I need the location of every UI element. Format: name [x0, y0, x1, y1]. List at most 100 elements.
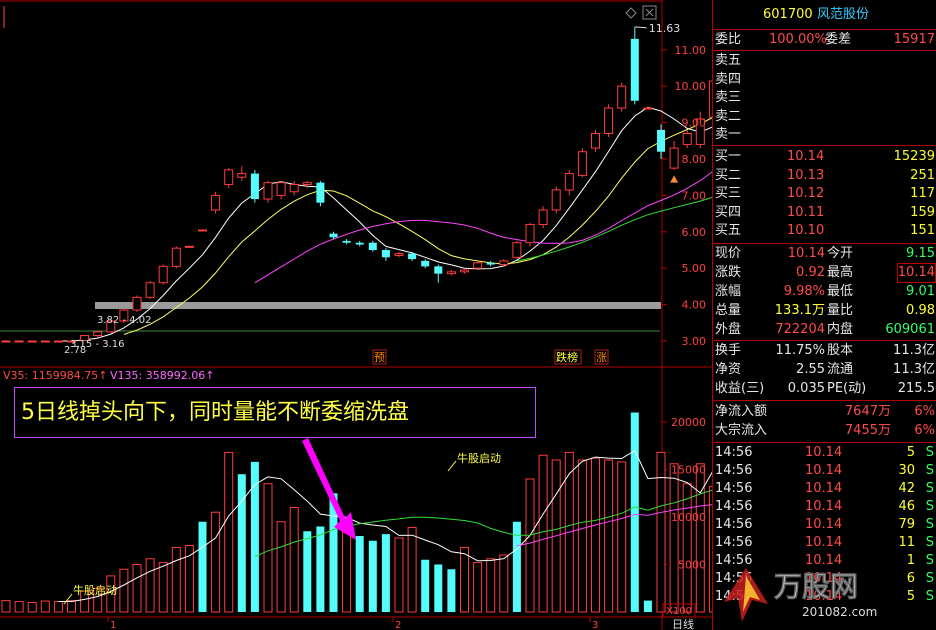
- volume-bar-down: [447, 569, 456, 612]
- buy-price: 10.12: [787, 186, 825, 201]
- candle-up: [224, 169, 234, 185]
- annotation-arrow: [302, 438, 356, 540]
- stat-value: 11.3亿: [893, 343, 935, 358]
- candle-up: [551, 189, 561, 211]
- order-book-buy-1: 买一 10.14 15239: [713, 148, 936, 166]
- stat-label: 收益(三): [715, 381, 765, 396]
- candle-up: [604, 107, 614, 135]
- tick-volume: 30: [898, 463, 915, 478]
- peak-pointer: [634, 26, 647, 29]
- order-book-sell-3: 卖三: [713, 89, 936, 107]
- volume-axis-label: 5000: [678, 559, 706, 572]
- sell-label: 卖二: [715, 108, 742, 124]
- candle-up: [591, 133, 600, 149]
- buy-price: 10.10: [787, 223, 825, 238]
- weibi-value: 100.00%: [769, 32, 827, 47]
- volume-bar-up: [132, 564, 142, 613]
- candle-up: [289, 183, 299, 193]
- stat-value: 0.98: [906, 303, 935, 318]
- sell-label: 卖三: [715, 90, 742, 105]
- tick-side: S: [925, 517, 934, 532]
- tick-row: 14:56 10.14 79 S: [713, 516, 936, 534]
- candle-up: [512, 242, 522, 258]
- flow-pct: 6%: [914, 404, 935, 419]
- candle-down: [342, 240, 351, 243]
- price-axis-label: 9.00: [682, 117, 707, 130]
- candle-up: [171, 247, 181, 267]
- stat-value: 9.15: [906, 246, 935, 261]
- stat-label: 内盘: [827, 322, 854, 337]
- volume-bar-up: [499, 554, 509, 613]
- watermark-url: 201082.com: [802, 605, 877, 619]
- tick-time: 14:56: [715, 445, 753, 460]
- time-axis-label: 1: [110, 620, 116, 630]
- watermark-logo: 万股网 201082.com: [724, 568, 877, 622]
- candle-up: [643, 107, 653, 110]
- candle-down: [381, 250, 390, 258]
- candle-up: [40, 340, 50, 343]
- stat-label: 股本: [827, 343, 854, 358]
- price-axis-label: 3.00: [682, 335, 707, 348]
- order-book-sell-1: 卖一: [713, 126, 936, 144]
- tick-volume: 79: [898, 517, 915, 532]
- stat-label: 外盘: [715, 322, 742, 337]
- volume-bar-up: [27, 602, 37, 613]
- stock-name: 风范股份: [817, 7, 870, 22]
- candle-up: [132, 296, 142, 311]
- volume-bar-up: [617, 461, 627, 613]
- candle-up: [460, 269, 469, 273]
- candle-up: [93, 331, 103, 337]
- buy-label: 买四: [715, 204, 742, 220]
- stat-label: 最高: [827, 265, 854, 280]
- stat-value: 2.55: [796, 362, 825, 377]
- order-book-buy-3: 买三 10.12 117: [713, 185, 936, 203]
- candle-down: [630, 38, 639, 101]
- volume-bar-up: [460, 546, 469, 613]
- stat-value: 0.92: [796, 265, 825, 280]
- stat-value: 0.035: [787, 381, 825, 396]
- volume-bar-up: [211, 511, 221, 613]
- tick-side: S: [925, 535, 934, 550]
- tick-volume: 5: [906, 445, 915, 460]
- stat-label: 换手: [715, 343, 742, 358]
- tick-time: 14:56: [715, 535, 753, 550]
- v35-indicator: V35: 1159984.75↑: [3, 369, 108, 382]
- annotation-box: 5日线掉头向下，同时量能不断委缩洗盘: [14, 387, 536, 438]
- stat2-row: 收益(三) 0.035 PE(动) 215.5: [713, 380, 936, 398]
- candle-down: [486, 262, 495, 265]
- buy-volume: 117: [910, 186, 935, 201]
- v135-indicator: V135: 358992.06↑: [110, 369, 215, 382]
- candle-down: [329, 233, 338, 238]
- volume-bar-down: [237, 474, 246, 612]
- volume-bar-down: [355, 536, 364, 612]
- stat-label: 净资: [715, 362, 742, 377]
- stat-label: 流通: [827, 362, 854, 377]
- flow-value: 7647万: [844, 404, 891, 419]
- candle-down: [368, 242, 377, 250]
- callout-pointer-2: [447, 460, 457, 472]
- volume-axis-label: 20000: [671, 416, 706, 429]
- quote-panel: 601700 风范股份 委比 100.00% 委差 15917 卖五 卖四 卖三 卖二…: [712, 0, 936, 630]
- volume-bar-up: [67, 600, 76, 613]
- peak-label: 11.63: [649, 22, 681, 35]
- stat-label: 涨幅: [715, 284, 742, 299]
- volume-bar-up: [1, 600, 11, 613]
- buy-price: 10.11: [787, 204, 825, 220]
- weibi-row: 委比 100.00% 委差 15917: [715, 32, 935, 47]
- event-label: 跌榜: [556, 350, 578, 364]
- stat-value: 11.75%: [775, 343, 825, 358]
- tick-side: S: [925, 499, 934, 514]
- candle-up: [198, 229, 207, 232]
- stat-value: 609061: [885, 322, 935, 337]
- stat-label: 现价: [715, 246, 742, 261]
- tick-row: 14:56 10.14 11 S: [713, 534, 936, 552]
- volume-bar-up: [145, 558, 155, 613]
- volume-bar-up: [158, 562, 168, 613]
- stat-value: 10.14: [787, 246, 825, 261]
- buy-label: 买一: [715, 149, 742, 164]
- candle-up: [53, 340, 63, 343]
- stat-row: 涨跌 0.92 最高 10.14: [713, 263, 936, 283]
- candle-up: [525, 224, 535, 244]
- volume-bar-down: [630, 412, 639, 612]
- stat-label: 量比: [827, 303, 854, 318]
